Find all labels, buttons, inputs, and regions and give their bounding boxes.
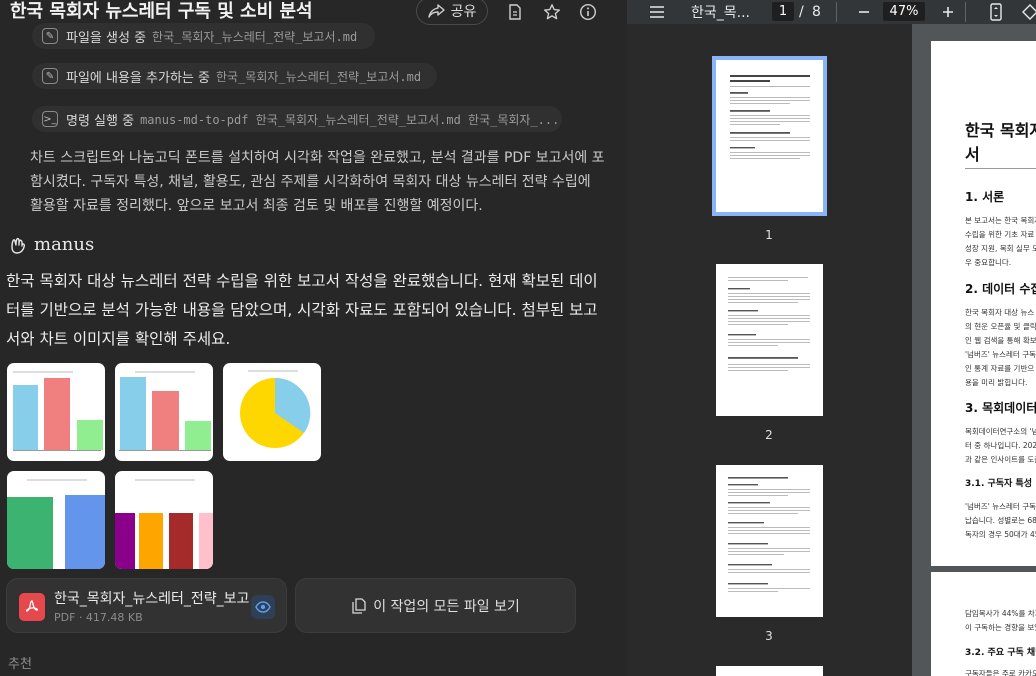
document-page-1: 한국 목회자 서 1. 서론 본 보고서는 한국 목회자 수립을 위한 기초 자… [931, 41, 1036, 566]
thumbnail-sidebar: 1 2 3 [627, 24, 912, 676]
share-icon [427, 4, 445, 18]
plus-icon [943, 7, 953, 17]
step-create-file[interactable]: ✎ 파일을 생성 중 한국_목회자_뉴스레터_전략_보고서.md [32, 23, 375, 49]
subsection-line: 납습니다. 성별로는 68 [965, 516, 1036, 525]
section-3-line: 과 같은 인사이트를 도출 [965, 455, 1036, 464]
minus-icon [859, 11, 869, 13]
chart-thumbnail-5[interactable] [115, 471, 213, 569]
section-1-line: 우 중요합니다. [965, 258, 1012, 267]
pdf-doc-title: 한국_목... [691, 5, 750, 21]
view-all-files-button[interactable]: 이 작업의 모든 파일 보기 [295, 578, 576, 633]
step-run-command[interactable]: >_ 명령 실행 중 manus-md-to-pdf 한국_목회자_뉴스레터_전… [32, 106, 562, 132]
subsection-heading: 3.1. 구독자 특성 [965, 479, 1033, 489]
section-1-line: 수립을 위한 기초 자료 [965, 230, 1035, 239]
info-icon[interactable] [577, 1, 599, 23]
zoom-level[interactable]: 47% [883, 2, 925, 21]
page-thumbnail-label-2: 2 [765, 428, 773, 442]
page-thumbnail-3[interactable] [716, 465, 823, 617]
file-copy-icon[interactable] [504, 1, 526, 23]
fit-page-button[interactable] [989, 2, 1003, 22]
page-2-line: 구독자들은 주로 카카오 [965, 669, 1036, 676]
rotate-button[interactable] [1021, 2, 1036, 22]
page-thumbnail-label-1: 1 [765, 228, 773, 242]
eye-icon [255, 601, 271, 613]
page-title: 한국 목회자 뉴스레터 구독 및 소비 분석 [10, 1, 313, 22]
pdf-toolbar: 한국_목... 1 / 8 47% [627, 0, 1036, 24]
fit-page-icon [990, 3, 1002, 21]
edit-icon: ✎ [42, 28, 58, 44]
view-all-files-label: 이 작업의 모든 파일 보기 [373, 598, 520, 615]
files-icon [352, 597, 366, 614]
page-number-input[interactable]: 1 [772, 2, 794, 21]
pdf-file-icon [19, 593, 45, 621]
share-label: 공유 [450, 4, 477, 20]
step-action: 파일을 생성 중 [66, 30, 147, 46]
section-2-line: 용을 미리 밝힙니다. [965, 378, 1028, 387]
total-pages: 8 [812, 4, 821, 20]
file-meta: PDF · 417.48 KB [54, 611, 143, 624]
suggestions-heading: 추천 [8, 657, 32, 672]
step-append-file[interactable]: ✎ 파일에 내용을 추가하는 중 한국_목회자_뉴스레터_전략_보고서.md [32, 63, 437, 89]
page-separator: / [799, 4, 804, 20]
agent-logo: manus [8, 234, 94, 255]
toolbar-divider [965, 2, 966, 22]
pdf-viewer: 한국_목... 1 / 8 47% 1 2 3 한국 목회 서 1. 서론 본 … [627, 0, 1036, 676]
star-icon[interactable] [541, 1, 563, 23]
subsection-line: 독자의 경우 50대가 45 [965, 530, 1036, 539]
manus-hand-icon [11, 237, 25, 254]
section-3-line: 목회데이터연구소의 '넘 [965, 427, 1036, 436]
chart-thumbnail-4[interactable] [7, 471, 105, 569]
section-1-line: 본 보고서는 한국 목회자 [965, 216, 1036, 225]
menu-button[interactable] [649, 2, 665, 22]
page-thumbnail-label-3: 3 [765, 629, 773, 643]
section-heading-3: 3. 목회데이터연 [965, 401, 1036, 415]
preview-button[interactable] [251, 595, 275, 619]
step-action: 명령 실행 중 [66, 113, 135, 129]
file-name: 한국_목회자_뉴스레터_전략_보고서.pdf [54, 591, 249, 607]
section-2-line: '넘버즈' 뉴스레터 구독 [965, 350, 1036, 359]
title-rule [965, 168, 1036, 169]
final-message: 한국 목회자 대상 뉴스레터 전략 수립을 위한 보고서 작성을 완료했습니다.… [6, 272, 598, 348]
terminal-icon: >_ [42, 111, 58, 127]
section-heading-1: 1. 서론 [965, 190, 1005, 204]
chart-thumbnail-2[interactable] [115, 363, 213, 461]
hamburger-icon [650, 6, 664, 18]
zoom-in-button[interactable] [941, 2, 955, 22]
share-button[interactable]: 공유 [416, 0, 488, 25]
section-2-line: 인 통계 자료를 기반으 [965, 364, 1035, 373]
progress-summary: 차트 스크립트와 나눔고딕 폰트를 설치하여 시각화 작업을 완료했고, 분석 … [30, 150, 605, 214]
zoom-out-button[interactable] [857, 2, 871, 22]
edit-icon: ✎ [42, 68, 58, 84]
page-2-line: 이 구독하는 경향을 보였 [965, 623, 1036, 632]
step-arg: 한국_목회자_뉴스레터_전략_보고서.md [215, 69, 422, 84]
section-3-line: 터 중 하나입니다. 2023 [965, 441, 1036, 450]
section-2-line: 인 웹 검색을 통해 확보 [965, 336, 1036, 345]
rotate-icon [1022, 4, 1036, 20]
toolbar-divider [836, 2, 837, 22]
page-thumbnail-4[interactable] [716, 666, 823, 676]
document-page-2: 담임목사가 44%를 차지 이 구독하는 경향을 보였 3.2. 주요 구독 채… [931, 572, 1036, 676]
page-thumbnail-1[interactable] [712, 56, 827, 216]
chat-panel: 한국 목회자 뉴스레터 구독 및 소비 분석 공유 ✎ 파일을 생성 중 한국_… [0, 0, 627, 676]
chart-thumbnail-1[interactable] [7, 363, 105, 461]
document-view: 한국 목회자 서 1. 서론 본 보고서는 한국 목회자 수립을 위한 기초 자… [912, 24, 1036, 676]
step-arg: 한국_목회자_뉴스레터_전략_보고서.md [152, 29, 358, 44]
step-arg: manus-md-to-pdf 한국_목회자_뉴스레터_전략_보고서.md 한국… [140, 112, 560, 127]
chart-thumbnail-3[interactable] [223, 363, 321, 461]
subsection-line: '넘버즈' 뉴스레터 구독 [965, 502, 1036, 511]
page-2-line: 담임목사가 44%를 차지 [965, 609, 1036, 618]
section-2-line: 한국 목회자 대상 뉴스 [965, 308, 1035, 317]
doc-title-line1: 한국 목회자 [965, 121, 1036, 140]
agent-name: manus [34, 234, 95, 255]
section-heading-2: 2. 데이터 수집 [965, 282, 1036, 296]
attached-file-card[interactable]: 한국_목회자_뉴스레터_전략_보고서.pdf PDF · 417.48 KB [6, 578, 287, 633]
section-2-line: 의 현운 오픈율 및 클릭 [965, 322, 1036, 331]
page-2-heading: 3.2. 주요 구독 채널 [965, 648, 1036, 658]
section-1-line: 성장 지원, 목회 실무 도 [965, 244, 1036, 253]
doc-title-line2: 서 [965, 145, 980, 164]
step-action: 파일에 내용을 추가하는 중 [66, 70, 210, 86]
page-thumbnail-2[interactable] [716, 264, 823, 416]
